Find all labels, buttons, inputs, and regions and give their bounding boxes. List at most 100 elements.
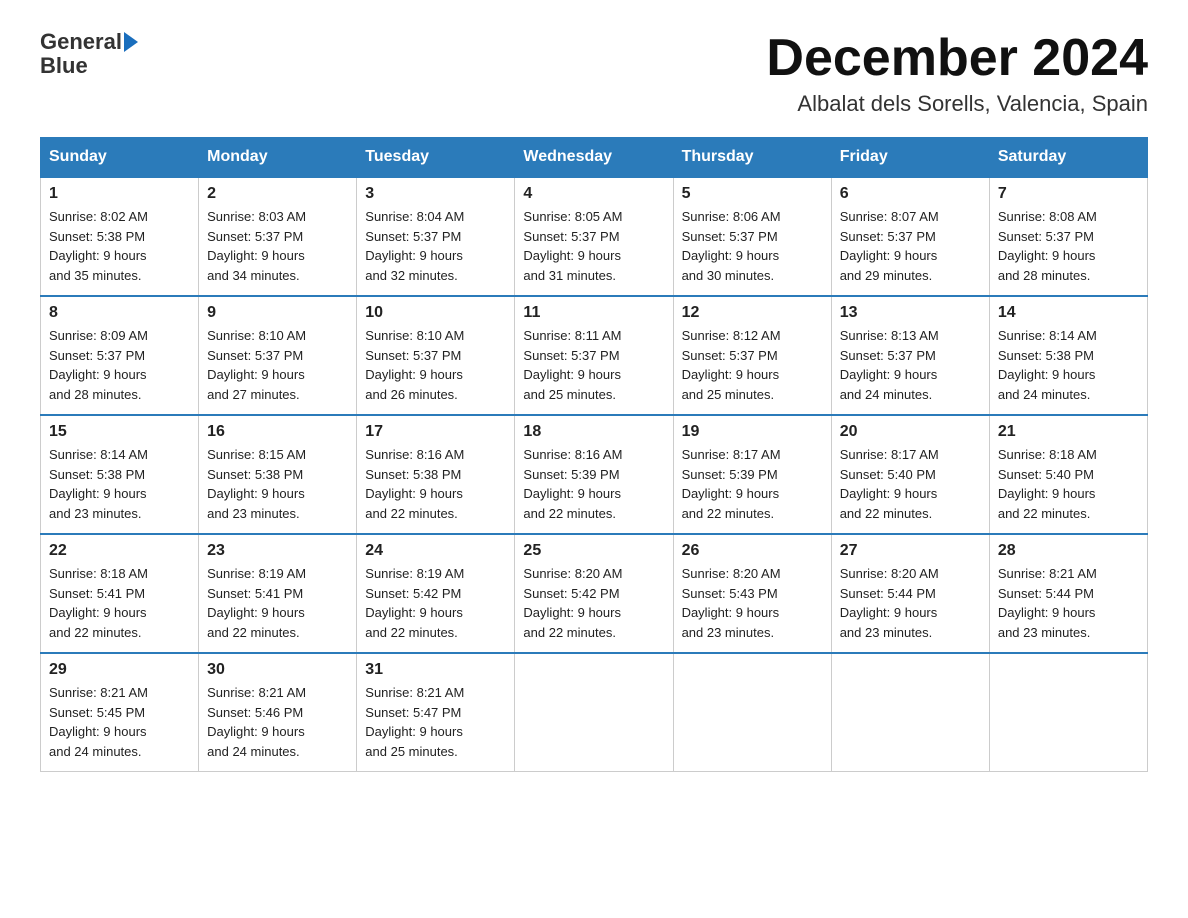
calendar-cell: 25 Sunrise: 8:20 AMSunset: 5:42 PMDayligh… <box>515 534 673 653</box>
day-number: 11 <box>523 304 664 322</box>
calendar-cell: 2 Sunrise: 8:03 AMSunset: 5:37 PMDaylight… <box>199 177 357 296</box>
calendar-cell: 12 Sunrise: 8:12 AMSunset: 5:37 PMDayligh… <box>673 296 831 415</box>
week-row-4: 22 Sunrise: 8:18 AMSunset: 5:41 PMDayligh… <box>41 534 1148 653</box>
day-number: 6 <box>840 185 981 203</box>
calendar-cell: 16Sunrise: 8:15 AMSunset: 5:38 PMDayligh… <box>199 415 357 534</box>
col-header-sunday: Sunday <box>41 138 199 178</box>
day-info: Sunrise: 8:16 AMSunset: 5:38 PMDaylight:… <box>365 445 506 523</box>
location-subtitle: Albalat dels Sorells, Valencia, Spain <box>766 91 1148 117</box>
calendar-cell: 13 Sunrise: 8:13 AMSunset: 5:37 PMDayligh… <box>831 296 989 415</box>
day-number: 10 <box>365 304 506 322</box>
calendar-cell: 11 Sunrise: 8:11 AMSunset: 5:37 PMDayligh… <box>515 296 673 415</box>
col-header-friday: Friday <box>831 138 989 178</box>
calendar-cell: 9 Sunrise: 8:10 AMSunset: 5:37 PMDaylight… <box>199 296 357 415</box>
calendar-cell <box>989 653 1147 772</box>
day-number: 20 <box>840 423 981 441</box>
logo: General Blue <box>40 30 138 78</box>
calendar-cell: 24 Sunrise: 8:19 AMSunset: 5:42 PMDayligh… <box>357 534 515 653</box>
day-number: 15 <box>49 423 190 441</box>
calendar-cell: 31 Sunrise: 8:21 AMSunset: 5:47 PMDayligh… <box>357 653 515 772</box>
day-number: 23 <box>207 542 348 560</box>
calendar-cell: 17 Sunrise: 8:16 AMSunset: 5:38 PMDayligh… <box>357 415 515 534</box>
logo-triangle-icon <box>124 32 138 52</box>
col-header-tuesday: Tuesday <box>357 138 515 178</box>
day-info: Sunrise: 8:02 AMSunset: 5:38 PMDaylight:… <box>49 207 190 285</box>
week-row-3: 15 Sunrise: 8:14 AMSunset: 5:38 PMDayligh… <box>41 415 1148 534</box>
calendar-cell: 10 Sunrise: 8:10 AMSunset: 5:37 PMDayligh… <box>357 296 515 415</box>
day-info: Sunrise: 8:10 AMSunset: 5:37 PMDaylight:… <box>207 326 348 404</box>
day-info: Sunrise: 8:20 AMSunset: 5:42 PMDaylight:… <box>523 564 664 642</box>
calendar-cell: 14Sunrise: 8:14 AMSunset: 5:38 PMDayligh… <box>989 296 1147 415</box>
col-header-thursday: Thursday <box>673 138 831 178</box>
calendar-cell: 28 Sunrise: 8:21 AMSunset: 5:44 PMDayligh… <box>989 534 1147 653</box>
calendar-cell: 3 Sunrise: 8:04 AMSunset: 5:37 PMDaylight… <box>357 177 515 296</box>
day-info: Sunrise: 8:06 AMSunset: 5:37 PMDaylight:… <box>682 207 823 285</box>
calendar-cell: 21 Sunrise: 8:18 AMSunset: 5:40 PMDayligh… <box>989 415 1147 534</box>
week-row-2: 8Sunrise: 8:09 AMSunset: 5:37 PMDaylight… <box>41 296 1148 415</box>
day-info: Sunrise: 8:10 AMSunset: 5:37 PMDaylight:… <box>365 326 506 404</box>
day-info: Sunrise: 8:18 AMSunset: 5:41 PMDaylight:… <box>49 564 190 642</box>
calendar-cell: 27 Sunrise: 8:20 AMSunset: 5:44 PMDayligh… <box>831 534 989 653</box>
day-number: 4 <box>523 185 664 203</box>
day-info: Sunrise: 8:19 AMSunset: 5:42 PMDaylight:… <box>365 564 506 642</box>
calendar-table: SundayMondayTuesdayWednesdayThursdayFrid… <box>40 137 1148 772</box>
page-header: General Blue December 2024 Albalat dels … <box>40 30 1148 117</box>
day-number: 25 <box>523 542 664 560</box>
day-info: Sunrise: 8:20 AMSunset: 5:43 PMDaylight:… <box>682 564 823 642</box>
month-title: December 2024 <box>766 30 1148 87</box>
calendar-cell: 30Sunrise: 8:21 AMSunset: 5:46 PMDayligh… <box>199 653 357 772</box>
day-number: 22 <box>49 542 190 560</box>
calendar-cell: 6 Sunrise: 8:07 AMSunset: 5:37 PMDaylight… <box>831 177 989 296</box>
calendar-header-row: SundayMondayTuesdayWednesdayThursdayFrid… <box>41 138 1148 178</box>
day-info: Sunrise: 8:18 AMSunset: 5:40 PMDaylight:… <box>998 445 1139 523</box>
day-info: Sunrise: 8:04 AMSunset: 5:37 PMDaylight:… <box>365 207 506 285</box>
day-number: 2 <box>207 185 348 203</box>
day-number: 28 <box>998 542 1139 560</box>
calendar-cell: 1Sunrise: 8:02 AMSunset: 5:38 PMDaylight… <box>41 177 199 296</box>
day-info: Sunrise: 8:17 AMSunset: 5:40 PMDaylight:… <box>840 445 981 523</box>
calendar-cell: 19Sunrise: 8:17 AMSunset: 5:39 PMDayligh… <box>673 415 831 534</box>
calendar-cell: 4Sunrise: 8:05 AMSunset: 5:37 PMDaylight… <box>515 177 673 296</box>
calendar-cell: 18 Sunrise: 8:16 AMSunset: 5:39 PMDayligh… <box>515 415 673 534</box>
day-number: 13 <box>840 304 981 322</box>
day-info: Sunrise: 8:03 AMSunset: 5:37 PMDaylight:… <box>207 207 348 285</box>
day-info: Sunrise: 8:21 AMSunset: 5:46 PMDaylight:… <box>207 683 348 761</box>
day-number: 12 <box>682 304 823 322</box>
calendar-cell: 20 Sunrise: 8:17 AMSunset: 5:40 PMDayligh… <box>831 415 989 534</box>
day-info: Sunrise: 8:21 AMSunset: 5:44 PMDaylight:… <box>998 564 1139 642</box>
day-info: Sunrise: 8:16 AMSunset: 5:39 PMDaylight:… <box>523 445 664 523</box>
col-header-monday: Monday <box>199 138 357 178</box>
calendar-cell: 26 Sunrise: 8:20 AMSunset: 5:43 PMDayligh… <box>673 534 831 653</box>
day-number: 31 <box>365 661 506 679</box>
day-info: Sunrise: 8:13 AMSunset: 5:37 PMDaylight:… <box>840 326 981 404</box>
calendar-cell: 15 Sunrise: 8:14 AMSunset: 5:38 PMDayligh… <box>41 415 199 534</box>
day-number: 7 <box>998 185 1139 203</box>
day-number: 24 <box>365 542 506 560</box>
title-section: December 2024 Albalat dels Sorells, Vale… <box>766 30 1148 117</box>
calendar-cell <box>831 653 989 772</box>
day-number: 17 <box>365 423 506 441</box>
day-info: Sunrise: 8:12 AMSunset: 5:37 PMDaylight:… <box>682 326 823 404</box>
day-info: Sunrise: 8:19 AMSunset: 5:41 PMDaylight:… <box>207 564 348 642</box>
day-number: 26 <box>682 542 823 560</box>
day-number: 16 <box>207 423 348 441</box>
logo-text-general: General <box>40 30 122 54</box>
day-number: 18 <box>523 423 664 441</box>
day-info: Sunrise: 8:21 AMSunset: 5:47 PMDaylight:… <box>365 683 506 761</box>
day-info: Sunrise: 8:14 AMSunset: 5:38 PMDaylight:… <box>998 326 1139 404</box>
day-info: Sunrise: 8:14 AMSunset: 5:38 PMDaylight:… <box>49 445 190 523</box>
day-info: Sunrise: 8:20 AMSunset: 5:44 PMDaylight:… <box>840 564 981 642</box>
day-number: 9 <box>207 304 348 322</box>
calendar-cell <box>673 653 831 772</box>
day-info: Sunrise: 8:07 AMSunset: 5:37 PMDaylight:… <box>840 207 981 285</box>
day-info: Sunrise: 8:17 AMSunset: 5:39 PMDaylight:… <box>682 445 823 523</box>
day-number: 21 <box>998 423 1139 441</box>
day-info: Sunrise: 8:11 AMSunset: 5:37 PMDaylight:… <box>523 326 664 404</box>
day-number: 29 <box>49 661 190 679</box>
week-row-5: 29Sunrise: 8:21 AMSunset: 5:45 PMDayligh… <box>41 653 1148 772</box>
day-number: 8 <box>49 304 190 322</box>
calendar-cell: 8Sunrise: 8:09 AMSunset: 5:37 PMDaylight… <box>41 296 199 415</box>
logo-text-blue: Blue <box>40 54 88 78</box>
day-number: 3 <box>365 185 506 203</box>
day-number: 27 <box>840 542 981 560</box>
